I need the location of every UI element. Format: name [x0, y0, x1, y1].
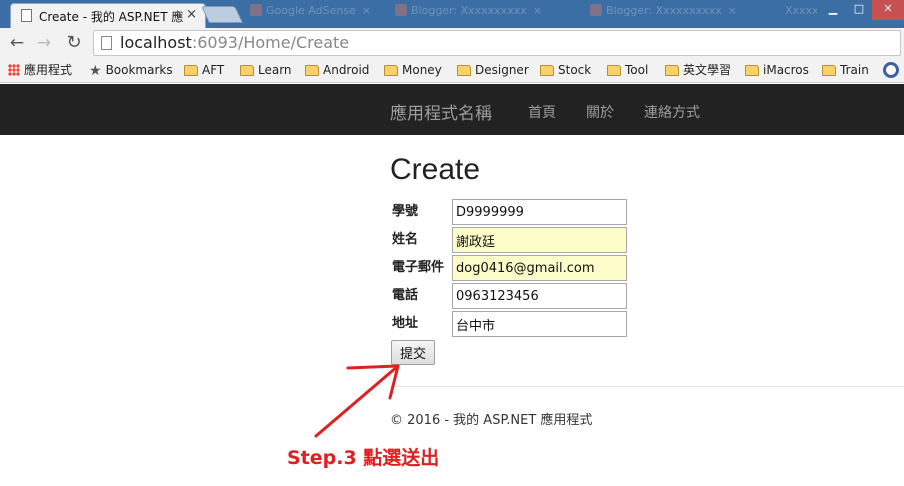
extension-icon[interactable]	[883, 62, 899, 78]
url-text[interactable]: localhost:6093/Home/Create	[120, 33, 349, 52]
browser-tab-strip: Create - 我的 ASP.NET 應 × Google AdSense × …	[0, 0, 904, 28]
bookmark-folder[interactable]: Learn	[240, 62, 292, 80]
student-id-input[interactable]	[452, 199, 627, 225]
folder-icon	[745, 65, 759, 76]
bookmark-folder[interactable]: Tool	[607, 62, 648, 80]
background-tab[interactable]: Blogger: Xxxxxxxxxx ×	[395, 4, 585, 24]
background-tab[interactable]: Google AdSense ×	[250, 4, 380, 24]
address-input[interactable]	[452, 311, 627, 337]
folder-icon	[384, 65, 398, 76]
annotation-label: Step.3 點選送出	[287, 447, 440, 469]
back-arrow-icon[interactable]: ←	[6, 32, 28, 54]
email-input[interactable]	[452, 255, 627, 281]
window-close-button[interactable]: ✕	[872, 0, 904, 20]
background-tab[interactable]: Xxxxxxxxx	[785, 4, 817, 24]
bookmark-folder[interactable]: iMacros	[745, 62, 809, 80]
folder-icon	[665, 65, 679, 76]
bookmark-folder[interactable]: Money	[384, 62, 442, 80]
bookmarks-bar: 應用程式 ★ Bookmarks AFT Learn Android Money …	[0, 58, 904, 83]
field-label: 電子郵件	[392, 260, 445, 275]
forward-arrow-icon[interactable]: →	[33, 32, 55, 54]
tab-close-icon[interactable]: ×	[533, 4, 542, 17]
field-label: 學號	[392, 204, 419, 219]
tab-title: Create - 我的 ASP.NET 應	[39, 10, 184, 24]
tab-close-icon[interactable]: ×	[362, 4, 371, 17]
tab-favicon-icon	[395, 4, 407, 16]
site-navbar: 應用程式名稱 首頁 關於 連絡方式	[0, 84, 904, 135]
name-input[interactable]	[452, 227, 627, 253]
folder-icon	[540, 65, 554, 76]
phone-input[interactable]	[452, 283, 627, 309]
footer-divider	[390, 386, 904, 387]
annotation-arrow-icon	[314, 364, 400, 438]
nav-link-home[interactable]: 首頁	[528, 102, 556, 122]
address-bar[interactable]: localhost:6093/Home/Create	[93, 30, 901, 56]
folder-icon	[184, 65, 198, 76]
window-minimize-button[interactable]: ▁	[820, 0, 846, 20]
page-title: Create	[390, 153, 481, 186]
star-icon: ★	[89, 63, 102, 79]
window-maximize-button[interactable]: □	[846, 0, 872, 20]
nav-link-about[interactable]: 關於	[586, 102, 614, 122]
field-label: 姓名	[392, 232, 419, 247]
page-icon	[101, 36, 112, 50]
tab-favicon-icon	[250, 4, 262, 16]
apps-icon	[8, 64, 20, 76]
bookmark-folder[interactable]: AFT	[184, 62, 224, 80]
browser-tab-active[interactable]: Create - 我的 ASP.NET 應 ×	[10, 3, 206, 28]
site-brand[interactable]: 應用程式名稱	[390, 99, 492, 124]
page-footer: © 2016 - 我的 ASP.NET 應用程式	[390, 413, 593, 428]
folder-icon	[822, 65, 836, 76]
background-tab[interactable]: Blogger: Xxxxxxxxxx ×	[590, 4, 780, 24]
tab-favicon-icon	[590, 4, 602, 16]
folder-icon	[457, 65, 471, 76]
bookmark-folder[interactable]: Android	[305, 62, 369, 80]
folder-icon	[240, 65, 254, 76]
new-tab-button[interactable]	[201, 6, 243, 23]
bookmark-folder[interactable]: Train	[822, 62, 869, 80]
nav-link-contact[interactable]: 連絡方式	[644, 102, 700, 122]
browser-toolbar: ← → ↻ localhost:6093/Home/Create	[0, 28, 904, 58]
page-favicon-icon	[21, 9, 32, 22]
bookmark-folder[interactable]: Stock	[540, 62, 591, 80]
folder-icon	[305, 65, 319, 76]
bookmark-bookmarks[interactable]: ★ Bookmarks	[89, 62, 173, 80]
field-label: 地址	[392, 316, 419, 331]
field-label: 電話	[392, 288, 419, 303]
bookmark-apps[interactable]: 應用程式	[8, 62, 72, 80]
folder-icon	[607, 65, 621, 76]
tab-close-icon[interactable]: ×	[728, 4, 737, 17]
bookmark-folder[interactable]: 英文學習	[665, 62, 731, 80]
reload-icon[interactable]: ↻	[63, 32, 85, 54]
bookmark-folder[interactable]: Designer	[457, 62, 529, 80]
tab-close-icon[interactable]: ×	[186, 7, 197, 22]
